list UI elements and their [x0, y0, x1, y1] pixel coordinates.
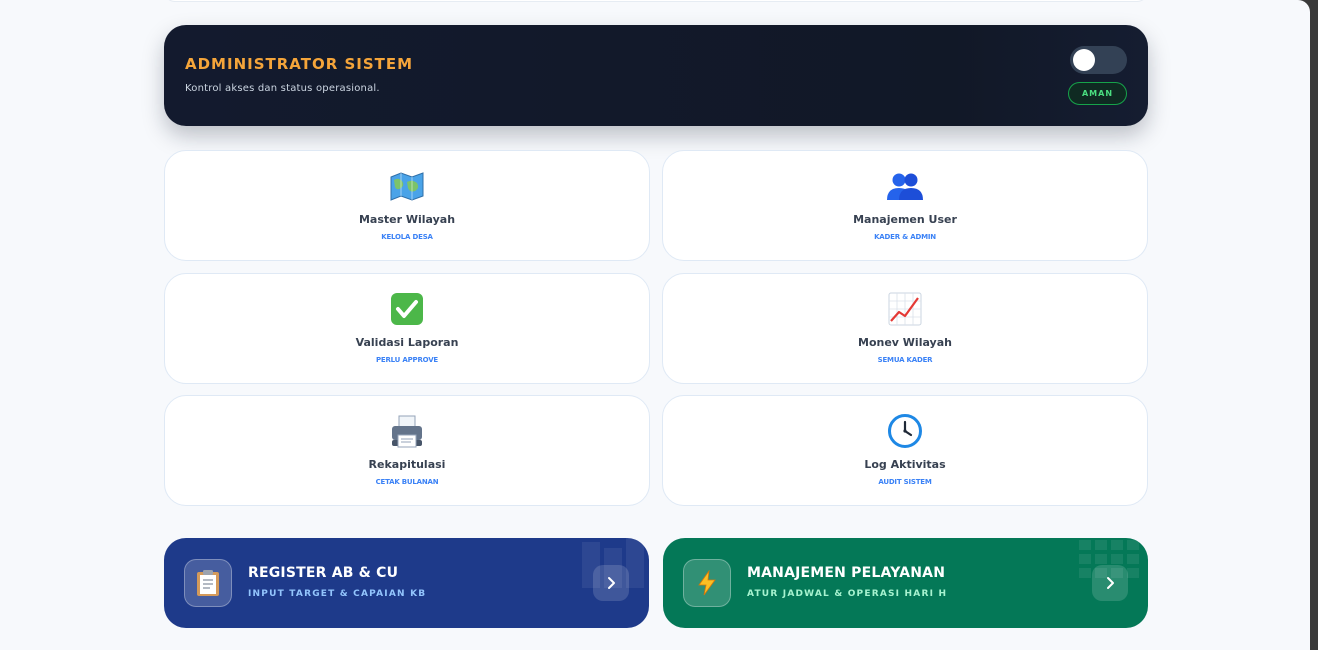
page: ADMINISTRATOR SISTEM Kontrol akses dan s…: [0, 0, 1310, 650]
admin-status-card: ADMINISTRATOR SISTEM Kontrol akses dan s…: [164, 25, 1148, 126]
printer-icon: [165, 414, 649, 448]
action-subtitle: INPUT TARGET & CAPAIAN KB: [248, 589, 427, 599]
check-icon: [165, 292, 649, 326]
chart-up-icon: [663, 292, 1147, 326]
admin-title: ADMINISTRATOR SISTEM: [185, 55, 414, 73]
menu-label: Master Wilayah: [358, 213, 456, 226]
menu-label: Manajemen User: [853, 213, 957, 226]
admin-subtitle: Kontrol akses dan status operasional.: [185, 83, 380, 94]
menu-manajemen-user[interactable]: Manajemen User KADER & ADMIN: [662, 150, 1148, 261]
users-icon: [663, 169, 1147, 203]
menu-label: Validasi Laporan: [355, 336, 459, 349]
clock-icon: [663, 414, 1147, 448]
status-badge: AMAN: [1068, 82, 1127, 105]
action-title: MANAJEMEN PELAYANAN: [747, 565, 946, 581]
menu-sublabel: KADER & ADMIN: [874, 233, 936, 241]
lightning-icon: [683, 559, 731, 607]
menu-label: Monev Wilayah: [858, 336, 952, 349]
menu-label: Log Aktivitas: [864, 458, 946, 471]
register-ab-cu-card[interactable]: REGISTER AB & CU INPUT TARGET & CAPAIAN …: [164, 538, 649, 628]
map-icon: [165, 169, 649, 203]
top-card-edge: [164, 0, 1148, 2]
toggle-knob: [1073, 49, 1095, 71]
system-toggle[interactable]: [1070, 46, 1127, 74]
menu-rekapitulasi[interactable]: Rekapitulasi CETAK BULANAN: [164, 395, 650, 506]
clipboard-icon: [184, 559, 232, 607]
menu-label: Rekapitulasi: [368, 458, 446, 471]
chevron-right-icon[interactable]: [593, 565, 629, 601]
menu-validasi-laporan[interactable]: Validasi Laporan PERLU APPROVE: [164, 273, 650, 384]
menu-log-aktivitas[interactable]: Log Aktivitas AUDIT SISTEM: [662, 395, 1148, 506]
menu-sublabel: SEMUA KADER: [877, 356, 933, 364]
menu-sublabel: CETAK BULANAN: [375, 478, 439, 486]
chevron-right-icon[interactable]: [1092, 565, 1128, 601]
menu-master-wilayah[interactable]: Master Wilayah KELOLA DESA: [164, 150, 650, 261]
menu-sublabel: PERLU APPROVE: [375, 356, 439, 364]
manajemen-pelayanan-card[interactable]: MANAJEMEN PELAYANAN ATUR JADWAL & OPERAS…: [663, 538, 1148, 628]
action-title: REGISTER AB & CU: [248, 565, 399, 581]
menu-sublabel: KELOLA DESA: [381, 233, 433, 241]
menu-monev-wilayah[interactable]: Monev Wilayah SEMUA KADER: [662, 273, 1148, 384]
action-subtitle: ATUR JADWAL & OPERASI HARI H: [747, 589, 948, 599]
menu-sublabel: AUDIT SISTEM: [878, 478, 932, 486]
